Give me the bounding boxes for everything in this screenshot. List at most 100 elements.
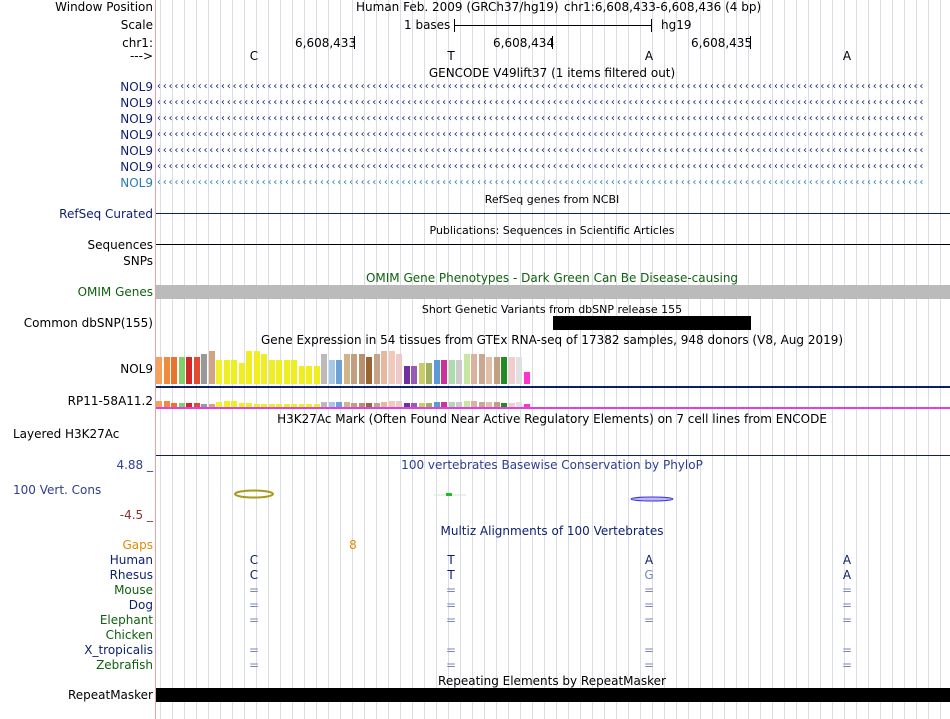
h3k27ac-track-title[interactable]: H3K27Ac Mark (Often Found Near Active Re… [277,412,827,426]
gtex-nol9-tissue-bar[interactable] [216,360,222,384]
multiz-species-label[interactable]: Zebrafish [96,658,153,672]
gtex-nol9-tissue-bar[interactable] [163,357,170,384]
gtex-nol9-tissue-bar[interactable] [283,360,290,384]
gtex-nol9-tissue-bar[interactable] [178,357,185,384]
gtex-nol9-tissue-bar[interactable] [306,366,312,384]
publications-track-label[interactable]: Sequences [88,238,153,252]
gencode-transcript[interactable]: ‹‹‹‹‹‹‹‹‹‹‹‹‹‹‹‹‹‹‹‹‹‹‹‹‹‹‹‹‹‹‹‹‹‹‹‹‹‹‹‹… [156,113,950,125]
gtex-nol9-tissue-bar[interactable] [366,357,372,384]
gtex-nol9-tissue-bar[interactable] [321,354,327,384]
gtex-nol9-tissue-bar[interactable] [516,357,522,384]
gtex-nol9-tissue-bar[interactable] [313,366,320,384]
gtex-nol9-tissue-bar[interactable] [231,360,237,384]
refseq-track-title[interactable]: RefSeq genes from NCBI [485,193,620,206]
multiz-species-label[interactable]: Chicken [106,628,153,642]
multiz-species-label[interactable]: Elephant [100,613,153,627]
gtex-nol9-tissue-bar[interactable] [448,360,455,384]
gtex-nol9-gene-line[interactable] [156,386,950,388]
multiz-track-title[interactable]: Multiz Alignments of 100 Vertebrates [440,524,663,538]
gtex-nol9-tissue-bar[interactable] [268,360,275,384]
gtex-gene-rp11-label[interactable]: RP11-58A11.2 [68,394,153,408]
gtex-nol9-tissue-bar[interactable] [336,360,342,384]
phylop-plot[interactable] [156,480,950,510]
gtex-nol9-tissue-bar[interactable] [223,360,230,384]
gtex-nol9-tissue-bar[interactable] [486,357,492,384]
snps-track-label[interactable]: SNPs [123,254,153,268]
refseq-gene-line[interactable] [156,213,950,214]
gtex-nol9-tissue-bar[interactable] [456,360,462,384]
gtex-nol9-tissue-bar[interactable] [291,360,297,384]
dbsnp-variant[interactable] [553,316,751,330]
gtex-rp11-gene-line[interactable] [156,407,950,409]
repeatmasker-element[interactable] [156,688,950,702]
gtex-track-title[interactable]: Gene Expression in 54 tissues from GTEx … [261,333,843,347]
gencode-item-label[interactable]: NOL9 [120,128,153,142]
gencode-transcript[interactable]: ‹‹‹‹‹‹‹‹‹‹‹‹‹‹‹‹‹‹‹‹‹‹‹‹‹‹‹‹‹‹‹‹‹‹‹‹‹‹‹‹… [156,81,950,93]
gtex-nol9-tissue-bar[interactable] [171,357,177,384]
dbsnp-track-label[interactable]: Common dbSNP(155) [24,316,153,330]
h3k27ac-track-label[interactable]: Layered H3K27Ac [13,427,119,441]
gtex-nol9-tissue-bar[interactable] [463,354,470,384]
gtex-nol9-tissue-bar[interactable] [276,360,282,384]
gencode-transcript[interactable]: ‹‹‹‹‹‹‹‹‹‹‹‹‹‹‹‹‹‹‹‹‹‹‹‹‹‹‹‹‹‹‹‹‹‹‹‹‹‹‹‹… [156,161,950,173]
gtex-nol9-tissue-bar[interactable] [418,363,425,384]
multiz-species-label[interactable]: Dog [129,598,153,612]
gtex-nol9-tissue-bar[interactable] [426,363,432,384]
gtex-nol9-tissue-bar[interactable] [208,351,215,384]
gtex-nol9-tissue-bar[interactable] [373,354,380,384]
omim-track-label[interactable]: OMIM Genes [78,285,153,299]
gencode-item-label[interactable]: NOL9 [120,176,153,190]
gtex-nol9-tissue-bar[interactable] [193,357,200,384]
gtex-nol9-tissue-bar[interactable] [411,366,417,384]
phylop-track-title[interactable]: 100 vertebrates Basewise Conservation by… [401,458,703,472]
gtex-nol9-tissue-bar[interactable] [508,357,515,384]
refseq-track-label[interactable]: RefSeq Curated [59,207,153,221]
gtex-nol9-tissue-bar[interactable] [298,366,305,384]
gtex-nol9-tissue-bar[interactable] [523,372,530,384]
genome-browser-image[interactable]: Window Position Human Feb. 2009 (GRCh37/… [0,0,950,719]
gtex-nol9-tissue-bar[interactable] [261,354,267,384]
gencode-item-label[interactable]: NOL9 [120,96,153,110]
gencode-transcript[interactable]: ‹‹‹‹‹‹‹‹‹‹‹‹‹‹‹‹‹‹‹‹‹‹‹‹‹‹‹‹‹‹‹‹‹‹‹‹‹‹‹‹… [156,97,950,109]
dbsnp-track-title[interactable]: Short Genetic Variants from dbSNP releas… [422,303,682,316]
gtex-nol9-tissue-bar[interactable] [403,366,410,384]
gencode-track-title[interactable]: GENCODE V49lift37 (1 items filtered out) [429,66,675,80]
multiz-species-label[interactable]: Rhesus [110,568,153,582]
gtex-gene-nol9-label[interactable]: NOL9 [120,362,153,376]
gencode-item-label[interactable]: NOL9 [120,80,153,94]
gtex-nol9-tissue-bar[interactable] [343,354,350,384]
publications-track-title[interactable]: Publications: Sequences in Scientific Ar… [430,224,675,237]
gtex-nol9-tissue-bar[interactable] [433,360,440,384]
publications-line[interactable] [156,244,950,245]
gtex-nol9-tissue-bar[interactable] [358,354,365,384]
gtex-nol9-tissue-bar[interactable] [493,357,500,384]
multiz-species-label[interactable]: Human [110,553,153,567]
gtex-nol9-tissue-bar[interactable] [381,351,387,384]
gtex-nol9-tissue-bar[interactable] [478,354,485,384]
gtex-nol9-tissue-bar[interactable] [238,363,245,384]
gtex-nol9-tissue-bar[interactable] [388,351,395,384]
gtex-nol9-tissue-bar[interactable] [471,354,477,384]
gencode-transcript[interactable]: ‹‹‹‹‹‹‹‹‹‹‹‹‹‹‹‹‹‹‹‹‹‹‹‹‹‹‹‹‹‹‹‹‹‹‹‹‹‹‹‹… [156,145,950,157]
omim-gene-bar[interactable] [156,285,950,299]
gtex-nol9-tissue-bar[interactable] [186,357,192,384]
gtex-nol9-tissue-bar[interactable] [441,360,447,384]
multiz-species-label[interactable]: X_tropicalis [84,643,153,657]
gencode-item-label[interactable]: NOL9 [120,144,153,158]
gtex-nol9-tissue-bar[interactable] [201,354,207,384]
gencode-transcript[interactable]: ‹‹‹‹‹‹‹‹‹‹‹‹‹‹‹‹‹‹‹‹‹‹‹‹‹‹‹‹‹‹‹‹‹‹‹‹‹‹‹‹… [156,177,950,189]
multiz-species-label[interactable]: Mouse [114,583,153,597]
gtex-nol9-tissue-bar[interactable] [328,360,335,384]
gtex-nol9-tissue-bar[interactable] [156,357,162,384]
gtex-nol9-tissue-bar[interactable] [351,354,357,384]
gtex-nol9-tissue-bar[interactable] [246,351,252,384]
repeatmasker-track-label[interactable]: RepeatMasker [68,688,153,702]
omim-track-title[interactable]: OMIM Gene Phenotypes - Dark Green Can Be… [366,271,738,285]
gencode-item-label[interactable]: NOL9 [120,160,153,174]
gtex-nol9-tissue-bar[interactable] [253,351,260,384]
gencode-item-label[interactable]: NOL9 [120,112,153,126]
repeatmasker-track-title[interactable]: Repeating Elements by RepeatMasker [438,674,666,688]
gencode-transcript[interactable]: ‹‹‹‹‹‹‹‹‹‹‹‹‹‹‹‹‹‹‹‹‹‹‹‹‹‹‹‹‹‹‹‹‹‹‹‹‹‹‹‹… [156,129,950,141]
gtex-nol9-tissue-bar[interactable] [501,357,507,384]
phylop-track-label[interactable]: 100 Vert. Cons [13,483,101,497]
